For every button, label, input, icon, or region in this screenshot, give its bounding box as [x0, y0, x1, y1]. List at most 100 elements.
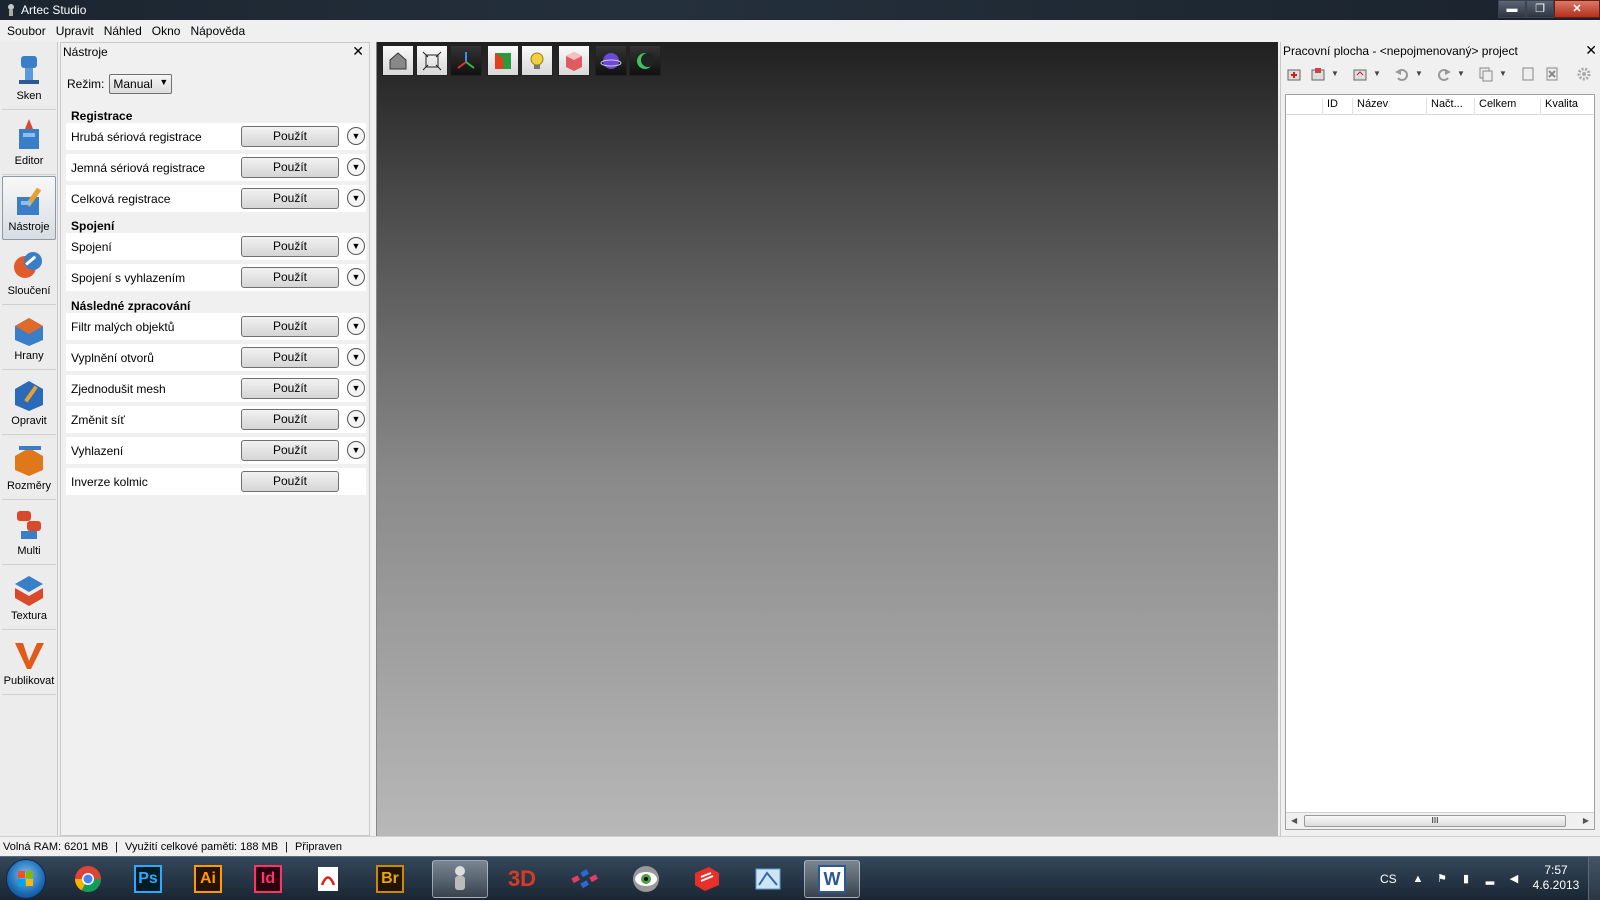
menu-napoveda[interactable]: Nápověda: [185, 20, 250, 42]
chevron-down-icon[interactable]: ▼: [1457, 64, 1467, 84]
column-header-id[interactable]: ID: [1322, 98, 1352, 115]
moon-button[interactable]: [629, 45, 661, 76]
taskbar-word[interactable]: W: [804, 860, 860, 898]
scrollbar-thumb[interactable]: III: [1304, 815, 1566, 827]
mode-button-sken[interactable]: Sken: [2, 46, 56, 110]
taskbar-artec-studio[interactable]: [432, 860, 488, 898]
mode-button-nastroje[interactable]: Nástroje: [2, 176, 56, 240]
scroll-right-icon[interactable]: ▶: [1583, 816, 1589, 825]
apply-button[interactable]: Použít: [241, 440, 339, 461]
taskbar-sketchup[interactable]: [678, 860, 734, 898]
taskbar-bridge[interactable]: Br: [362, 860, 418, 898]
expand-options-button[interactable]: ▼: [347, 317, 365, 335]
expand-options-button[interactable]: ▼: [347, 268, 365, 286]
mode-button-textura[interactable]: Textura: [2, 566, 56, 630]
delete-button[interactable]: [1541, 64, 1563, 84]
expand-options-button[interactable]: ▼: [347, 441, 365, 459]
action-center-flag-icon[interactable]: ⚑: [1434, 871, 1450, 887]
taskbar-photoshop[interactable]: Ps: [120, 860, 176, 898]
mode-button-opravit[interactable]: Opravit: [2, 371, 56, 435]
cube-render-button[interactable]: [558, 45, 590, 76]
add-icon: [1287, 69, 1301, 81]
menu-okno[interactable]: Okno: [147, 20, 186, 42]
volume-icon[interactable]: ◀: [1506, 871, 1522, 887]
taskbar-molecule-app[interactable]: [556, 860, 612, 898]
chevron-down-icon[interactable]: ▼: [1499, 64, 1509, 84]
import-button[interactable]: [1307, 64, 1329, 84]
taskbar-acrobat[interactable]: [300, 860, 356, 898]
taskbar-indesign[interactable]: Id: [240, 860, 296, 898]
duplicate-button[interactable]: [1517, 64, 1539, 84]
expand-options-button[interactable]: ▼: [347, 379, 365, 397]
network-icon[interactable]: ▂: [1482, 871, 1498, 887]
taskbar-chrome[interactable]: [60, 860, 116, 898]
home-view-button[interactable]: [382, 45, 414, 76]
clock[interactable]: 7:57 4.6.2013: [1528, 863, 1584, 893]
apply-button[interactable]: Použít: [241, 267, 339, 288]
light-button[interactable]: [521, 45, 553, 76]
tools-panel-close-button[interactable]: ✕: [352, 43, 364, 60]
workspace-panel-close-button[interactable]: ✕: [1585, 42, 1597, 59]
box-view-button[interactable]: [487, 45, 519, 76]
3d-viewport[interactable]: [376, 42, 1278, 836]
apply-button[interactable]: Použít: [241, 316, 339, 337]
menu-nahled[interactable]: Náhled: [99, 20, 147, 42]
chevron-down-icon[interactable]: ▼: [1415, 64, 1425, 84]
scans-table[interactable]: ID Název Načt... Celkem Kvalita ◀ III ▶: [1285, 94, 1595, 830]
taskbar-eye-app[interactable]: [618, 860, 674, 898]
expand-options-button[interactable]: ▼: [347, 158, 365, 176]
expand-options-button[interactable]: ▼: [347, 237, 365, 255]
taskbar-3d-viewer[interactable]: [740, 860, 796, 898]
chevron-down-icon[interactable]: ▼: [1331, 64, 1341, 84]
axes-button[interactable]: [450, 45, 482, 76]
language-indicator[interactable]: CS: [1380, 872, 1397, 886]
mode-button-hrany[interactable]: Hrany: [2, 306, 56, 370]
start-button[interactable]: [6, 859, 46, 899]
column-header-name[interactable]: Název: [1352, 98, 1426, 115]
close-button[interactable]: ✕: [1554, 0, 1600, 18]
mode-button-rozmery[interactable]: Rozměry: [2, 436, 56, 500]
apply-button[interactable]: Použít: [241, 188, 339, 209]
show-desktop-button[interactable]: [1588, 857, 1600, 900]
menu-soubor[interactable]: Soubor: [2, 20, 51, 42]
apply-button[interactable]: Použít: [241, 347, 339, 368]
apply-button[interactable]: Použít: [241, 236, 339, 257]
apply-button[interactable]: Použít: [241, 471, 339, 492]
minimize-button[interactable]: ▬: [1498, 0, 1526, 18]
sphere-button[interactable]: [595, 45, 627, 76]
add-scan-button[interactable]: [1283, 64, 1305, 84]
apply-button[interactable]: Použít: [241, 409, 339, 430]
apply-button[interactable]: Použít: [241, 157, 339, 178]
column-header-quality[interactable]: Kvalita: [1540, 98, 1594, 115]
tools-panel: Nástroje ✕ Režim: Manual ▼ Registrace Hr…: [60, 42, 370, 836]
expand-options-button[interactable]: ▼: [347, 348, 365, 366]
expand-options-button[interactable]: ▼: [347, 410, 365, 428]
mode-button-multi[interactable]: Multi: [2, 501, 56, 565]
apply-button[interactable]: Použít: [241, 126, 339, 147]
power-icon[interactable]: ▮: [1458, 871, 1474, 887]
export-button[interactable]: [1349, 64, 1371, 84]
chevron-down-icon[interactable]: ▼: [1373, 64, 1383, 84]
scroll-left-icon[interactable]: ◀: [1291, 816, 1297, 825]
mode-button-slouceni[interactable]: Sloučení: [2, 241, 56, 305]
copy-button[interactable]: [1475, 64, 1497, 84]
apply-button[interactable]: Použít: [241, 378, 339, 399]
expand-options-button[interactable]: ▼: [347, 127, 365, 145]
settings-button[interactable]: [1573, 64, 1595, 84]
fit-view-button[interactable]: [416, 45, 448, 76]
maximize-button[interactable]: ❐: [1526, 0, 1554, 18]
show-hidden-icons-icon[interactable]: ▲: [1410, 871, 1426, 887]
column-header-total[interactable]: Celkem: [1474, 98, 1540, 115]
mode-button-editor[interactable]: Editor: [2, 111, 56, 175]
undo-button[interactable]: [1391, 64, 1413, 84]
chevron-down-icon: ▼: [351, 272, 361, 282]
taskbar-illustrator[interactable]: Ai: [180, 860, 236, 898]
menu-upravit[interactable]: Upravit: [51, 20, 99, 42]
redo-button[interactable]: [1433, 64, 1455, 84]
mode-button-publikovat[interactable]: Publikovat: [2, 631, 56, 695]
taskbar-3d-app[interactable]: 3D: [494, 860, 550, 898]
horizontal-scrollbar[interactable]: ◀ III ▶: [1286, 812, 1594, 829]
column-header-loaded[interactable]: Načt...: [1426, 98, 1474, 115]
mode-select[interactable]: Manual ▼: [109, 74, 173, 94]
expand-options-button[interactable]: ▼: [347, 189, 365, 207]
